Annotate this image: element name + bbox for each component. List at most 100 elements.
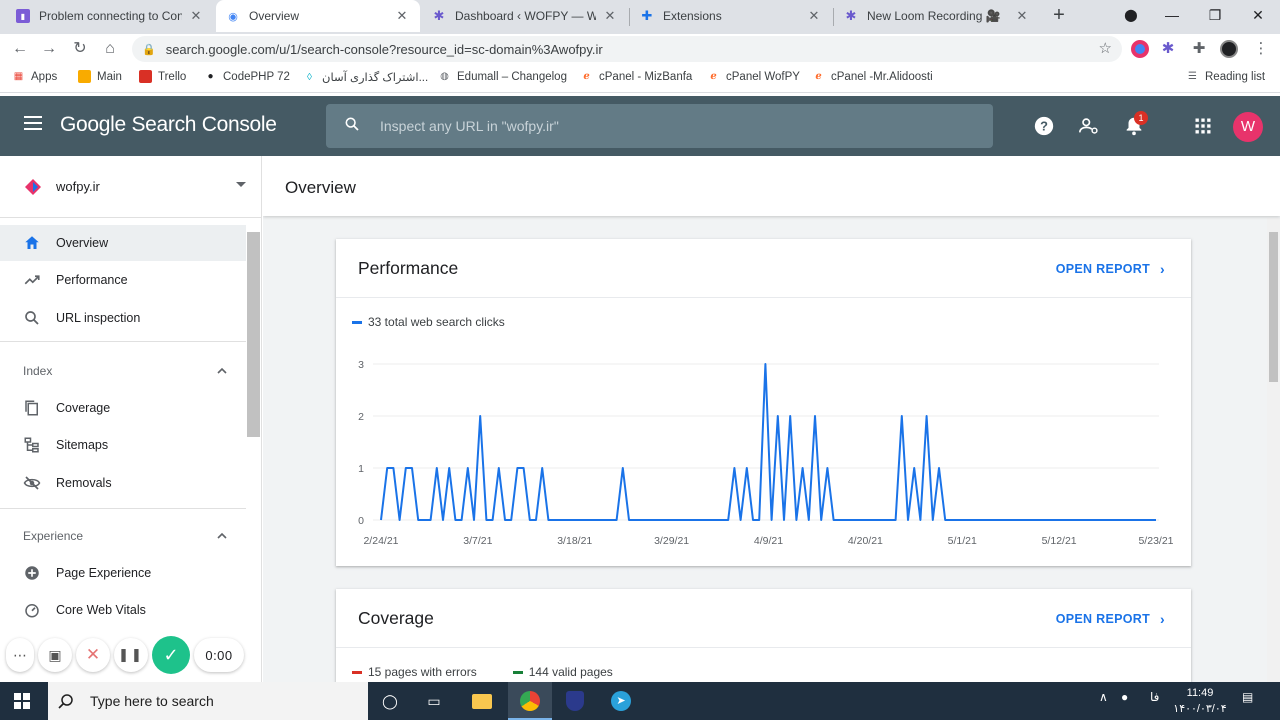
app-shield-icon[interactable]: [562, 688, 588, 714]
x-tick-label: 2/24/21: [363, 535, 398, 547]
coverage-open-report-button[interactable]: OPEN REPORT ›: [1056, 611, 1165, 627]
sidebar-item-overview[interactable]: Overview: [0, 225, 246, 261]
cancel-recording-button[interactable]: ✕: [76, 638, 110, 672]
windows-start-icon[interactable]: [14, 693, 30, 709]
microphone-icon[interactable]: ●: [1121, 690, 1128, 704]
hamburger-menu-icon[interactable]: [24, 116, 42, 130]
bookmarks-bar: ▦ Apps Main Trello ● CodePHP 72 ◊ اشتراک…: [0, 64, 1280, 93]
help-icon[interactable]: ?: [1032, 114, 1056, 138]
user-icon: ●: [207, 71, 214, 82]
telegram-icon[interactable]: ➤: [608, 688, 634, 714]
chart-legend: 33 total web search clicks: [352, 315, 505, 329]
show-hidden-icons-icon[interactable]: ∧: [1099, 690, 1108, 704]
manage-users-icon[interactable]: [1077, 114, 1101, 138]
browser-tab[interactable]: ✚ Extensions ✕: [630, 0, 832, 32]
back-button[interactable]: ←: [9, 38, 31, 60]
lock-icon: 🔒: [142, 43, 156, 56]
language-indicator[interactable]: فا: [1150, 690, 1159, 704]
legend-label: 33 total web search clicks: [368, 315, 505, 329]
x-tick-label: 4/20/21: [848, 535, 883, 547]
sidebar-item-url-inspection[interactable]: URL inspection: [0, 300, 246, 336]
close-tab-icon[interactable]: ✕: [602, 8, 618, 24]
sidebar: wofpy.ir Overview Performance URL inspec…: [0, 156, 262, 682]
file-explorer-icon[interactable]: [469, 688, 495, 714]
bookmark-link[interactable]: ● CodePHP 72: [204, 70, 289, 83]
bookmark-link[interactable]: ◊ اشتراک گذاری آسان...: [303, 70, 428, 85]
browser-tab[interactable]: ✱ Dashboard ‹ WOFPY — WordPress ✕: [422, 0, 628, 32]
bookmark-link[interactable]: ℯ cPanel -Mr.Alidoosti: [812, 70, 932, 83]
sidebar-scrollbar[interactable]: [247, 232, 260, 437]
notification-count-badge: 1: [1134, 111, 1148, 125]
finish-recording-button[interactable]: ✓: [152, 636, 190, 674]
legend-swatch: [352, 320, 362, 324]
sidebar-item-coverage[interactable]: Coverage: [0, 390, 246, 426]
minimize-button[interactable]: —: [1152, 0, 1192, 32]
browser-tab-active[interactable]: ◉ Overview ✕: [216, 0, 420, 32]
cpanel-icon: ℯ: [815, 71, 822, 82]
task-view-icon[interactable]: ▭: [421, 688, 447, 714]
sidebar-item-sitemaps[interactable]: Sitemaps: [0, 427, 246, 463]
reading-list-button[interactable]: ☰ Reading list: [1186, 70, 1265, 83]
apps-grid-icon[interactable]: [1191, 114, 1215, 138]
url-inspection-search[interactable]: [326, 104, 993, 148]
property-selector[interactable]: wofpy.ir: [0, 156, 261, 218]
extension-icon[interactable]: [1131, 40, 1149, 58]
browser-tab-strip: ▮ Problem connecting to Console ✕ ◉ Over…: [0, 0, 1280, 34]
cortana-icon[interactable]: ◯: [377, 688, 403, 714]
taskbar-search-box[interactable]: Type here to search: [48, 682, 368, 720]
bookmark-folder[interactable]: Main: [78, 70, 122, 83]
notifications-center-icon[interactable]: ▤: [1242, 690, 1253, 704]
system-clock[interactable]: 11:49 ۱۴۰۰/۰۳/۰۴: [1170, 685, 1230, 717]
pause-recording-button[interactable]: ❚❚: [114, 638, 148, 672]
close-tab-icon[interactable]: ✕: [394, 8, 410, 24]
close-tab-icon[interactable]: ✕: [1014, 8, 1030, 24]
sidebar-item-core-web-vitals[interactable]: Core Web Vitals: [0, 592, 246, 628]
close-window-button[interactable]: ✕: [1238, 0, 1278, 32]
bookmark-link[interactable]: Trello: [139, 70, 186, 83]
bookmark-link[interactable]: ℯ cPanel WofPY: [707, 70, 800, 83]
close-tab-icon[interactable]: ✕: [806, 8, 822, 24]
bookmark-apps[interactable]: ▦ Apps: [12, 70, 57, 83]
main-content: Overview Performance OPEN REPORT › 33 to…: [263, 156, 1280, 682]
main-scrollbar[interactable]: [1267, 218, 1280, 682]
puzzle-icon[interactable]: ✚: [1190, 40, 1208, 58]
search-icon: [345, 117, 359, 131]
legend-swatch-valid: [512, 670, 523, 674]
profile-icon[interactable]: [1220, 40, 1238, 58]
home-button[interactable]: ⌂: [99, 38, 121, 60]
reload-button[interactable]: ↻: [69, 38, 91, 60]
browser-tab[interactable]: ▮ Problem connecting to Console ✕: [6, 0, 214, 32]
copy-pages-icon: [25, 400, 38, 416]
clock-time: 11:49: [1186, 687, 1214, 699]
forward-button[interactable]: →: [38, 38, 60, 60]
trello-icon: [139, 70, 152, 83]
close-tab-icon[interactable]: ✕: [188, 8, 204, 24]
loom-extension-icon[interactable]: ✱: [1159, 40, 1177, 58]
performance-card-title: Performance: [358, 258, 459, 278]
x-tick-label: 4/9/21: [754, 535, 783, 547]
section-index-header[interactable]: Index: [0, 356, 246, 386]
address-bar[interactable]: 🔒 search.google.com/u/1/search-console?r…: [132, 36, 1122, 62]
scrollbar-thumb[interactable]: [1269, 232, 1278, 382]
browser-tab[interactable]: ✱ New Loom Recording 🎥 ✕: [834, 0, 1040, 32]
bookmark-star-icon[interactable]: ☆: [1099, 39, 1112, 57]
sidebar-item-removals[interactable]: Removals: [0, 465, 246, 501]
new-tab-button[interactable]: +: [1049, 4, 1069, 28]
section-experience-header[interactable]: Experience: [0, 521, 246, 551]
camera-toggle-button[interactable]: ▣: [38, 638, 72, 672]
tab-search-button[interactable]: ⬤: [1111, 0, 1151, 32]
account-avatar[interactable]: W: [1233, 112, 1263, 142]
sidebar-item-page-experience[interactable]: Page Experience: [0, 555, 246, 591]
bookmark-link[interactable]: ℯ cPanel - MizBanfa: [580, 70, 692, 83]
more-options-button[interactable]: ⋯: [6, 638, 34, 672]
bookmark-link[interactable]: ◍ Edumall – Changelog: [438, 70, 567, 83]
maximize-button[interactable]: ❐: [1195, 0, 1235, 32]
sidebar-item-performance[interactable]: Performance: [0, 262, 246, 298]
performance-open-report-button[interactable]: OPEN REPORT ›: [1056, 261, 1165, 277]
menu-icon[interactable]: ⋮: [1252, 40, 1270, 58]
x-tick-label: 3/29/21: [654, 535, 689, 547]
chrome-icon[interactable]: [517, 688, 543, 714]
search-input[interactable]: [380, 114, 960, 138]
x-tick-label: 3/18/21: [557, 535, 592, 547]
visibility-off-icon: [23, 476, 41, 490]
